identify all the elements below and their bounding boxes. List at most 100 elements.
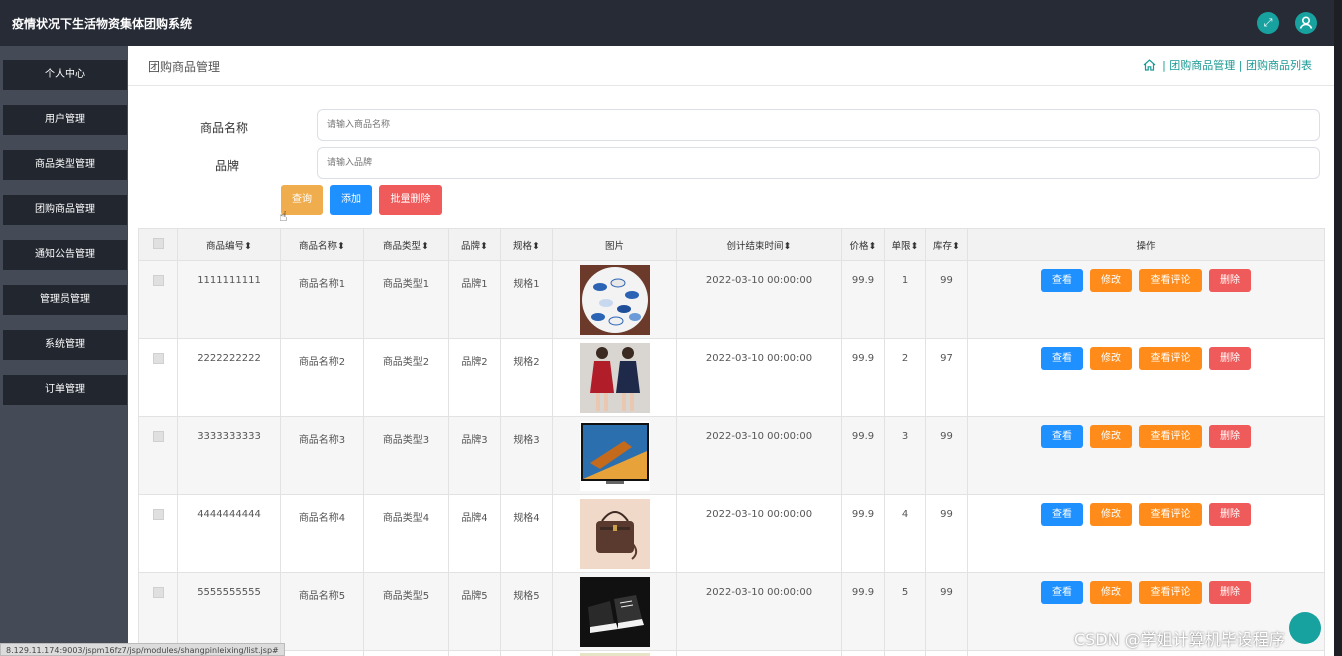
edit-button[interactable]: 修改 <box>1090 581 1132 604</box>
product-image-tv[interactable] <box>579 421 650 491</box>
sort-icon: ⬍ <box>337 240 345 252</box>
table-row: 2222222222 商品名称2 商品类型2 品牌2 规格2 2022-03-1… <box>138 338 1325 417</box>
sidebar-item-orders[interactable]: 订单管理 <box>3 375 127 405</box>
col-header-name[interactable]: 商品名称⬍ <box>280 228 364 261</box>
view-button[interactable]: 查看 <box>1041 503 1083 526</box>
cell-type: 商品类型5 <box>363 572 449 651</box>
delete-button[interactable]: 删除 <box>1209 503 1251 526</box>
product-image-candy[interactable] <box>579 265 650 335</box>
cell-type: 商品类型4 <box>363 494 449 573</box>
sidebar-item-profile[interactable]: 个人中心 <box>3 60 127 90</box>
view-button[interactable]: 查看 <box>1041 269 1083 292</box>
cell-price: 99.9 <box>841 260 885 339</box>
row-checkbox[interactable] <box>138 572 178 651</box>
product-image-dress[interactable] <box>579 343 650 413</box>
table-row-partial <box>138 650 1325 656</box>
cell-image <box>552 416 677 495</box>
view-comments-button[interactable]: 查看评论 <box>1139 425 1202 448</box>
product-image-bag[interactable] <box>579 499 650 569</box>
breadcrumb-sep: | <box>1238 59 1243 72</box>
view-button[interactable]: 查看 <box>1041 425 1083 448</box>
delete-button[interactable]: 删除 <box>1209 347 1251 370</box>
view-comments-button[interactable]: 查看评论 <box>1139 503 1202 526</box>
content-header: 团购商品管理 | 团购商品管理 | 团购商品列表 <box>128 46 1334 86</box>
sidebar-item-system[interactable]: 系统管理 <box>3 330 127 360</box>
col-header-spec[interactable]: 规格⬍ <box>500 228 553 261</box>
cell-id: 1111111111 <box>177 260 281 339</box>
home-icon[interactable] <box>1143 59 1156 71</box>
cell-id: 3333333333 <box>177 416 281 495</box>
col-header-end-time[interactable]: 创计结束时间⬍ <box>676 228 842 261</box>
sidebar: 个人中心 用户管理 商品类型管理 团购商品管理 通知公告管理 管理员管理 系统管… <box>0 46 128 656</box>
sidebar-item-product-types[interactable]: 商品类型管理 <box>3 150 127 180</box>
col-header-brand[interactable]: 品牌⬍ <box>448 228 501 261</box>
cell-end-time: 2022-03-10 00:00:00 <box>676 572 842 651</box>
view-comments-button[interactable]: 查看评论 <box>1139 269 1202 292</box>
cell-limit: 2 <box>884 338 926 417</box>
breadcrumb-item-management[interactable]: 团购商品管理 <box>1169 59 1235 72</box>
product-name-input[interactable] <box>317 109 1320 141</box>
sidebar-item-notices[interactable]: 通知公告管理 <box>3 240 127 270</box>
col-header-id[interactable]: 商品编号⬍ <box>177 228 281 261</box>
cell-type: 商品类型3 <box>363 416 449 495</box>
sort-icon: ⬍ <box>952 240 960 252</box>
add-button[interactable]: 添加 <box>330 185 372 215</box>
delete-button[interactable]: 删除 <box>1209 269 1251 292</box>
cell-spec: 规格4 <box>500 494 553 573</box>
breadcrumb: | 团购商品管理 | 团购商品列表 <box>1143 57 1312 73</box>
cell-brand: 品牌4 <box>448 494 501 573</box>
edit-button[interactable]: 修改 <box>1090 503 1132 526</box>
cell-stock: 99 <box>925 494 968 573</box>
delete-button[interactable]: 删除 <box>1209 425 1251 448</box>
cell-actions: 查看 修改 查看评论 删除 <box>967 494 1325 573</box>
edit-button[interactable]: 修改 <box>1090 347 1132 370</box>
select-all-checkbox[interactable] <box>138 228 178 261</box>
col-header-stock[interactable]: 库存⬍ <box>925 228 968 261</box>
view-button[interactable]: 查看 <box>1041 347 1083 370</box>
cell-price: 99.9 <box>841 416 885 495</box>
view-button[interactable]: 查看 <box>1041 581 1083 604</box>
product-image-shoes[interactable] <box>579 577 650 647</box>
cell-name: 商品名称4 <box>280 494 364 573</box>
sidebar-item-admins[interactable]: 管理员管理 <box>3 285 127 315</box>
table-row: 3333333333 商品名称3 商品类型3 品牌3 规格3 2022-03-1… <box>138 416 1325 495</box>
cell-name: 商品名称1 <box>280 260 364 339</box>
cell-image <box>552 572 677 651</box>
product-table: 商品编号⬍ 商品名称⬍ 商品类型⬍ 品牌⬍ 规格⬍ 图片 创计结束时间⬍ 价格⬍… <box>138 228 1325 656</box>
col-header-type[interactable]: 商品类型⬍ <box>363 228 449 261</box>
sidebar-item-users[interactable]: 用户管理 <box>3 105 127 135</box>
table-row: 4444444444 商品名称4 商品类型4 品牌4 规格4 2022-03-1… <box>138 494 1325 573</box>
batch-delete-button[interactable]: 批量删除 <box>379 185 442 215</box>
sidebar-item-group-products[interactable]: 团购商品管理 <box>3 195 127 225</box>
cell-name: 商品名称5 <box>280 572 364 651</box>
cell-stock: 97 <box>925 338 968 417</box>
top-bar: 疫情状况下生活物资集体团购系统 ⤢ <box>0 0 1342 46</box>
view-comments-button[interactable]: 查看评论 <box>1139 581 1202 604</box>
brand-input[interactable] <box>317 147 1320 179</box>
breadcrumb-item-list[interactable]: 团购商品列表 <box>1246 59 1312 72</box>
row-checkbox[interactable] <box>138 494 178 573</box>
row-checkbox[interactable] <box>138 260 178 339</box>
edit-button[interactable]: 修改 <box>1090 425 1132 448</box>
col-header-price[interactable]: 价格⬍ <box>841 228 885 261</box>
cell-spec: 规格3 <box>500 416 553 495</box>
delete-button[interactable]: 删除 <box>1209 581 1251 604</box>
fullscreen-icon[interactable]: ⤢ <box>1257 12 1279 34</box>
sort-icon: ⬍ <box>421 240 429 252</box>
cell-end-time: 2022-03-10 00:00:00 <box>676 494 842 573</box>
app-title: 疫情状况下生活物资集体团购系统 <box>12 17 193 31</box>
view-comments-button[interactable]: 查看评论 <box>1139 347 1202 370</box>
cell-actions: 查看 修改 查看评论 删除 <box>967 260 1325 339</box>
cell-stock: 99 <box>925 260 968 339</box>
cell-limit: 1 <box>884 260 926 339</box>
edit-button[interactable]: 修改 <box>1090 269 1132 292</box>
row-checkbox[interactable] <box>138 416 178 495</box>
window-edge <box>1334 0 1342 656</box>
floating-action-button[interactable] <box>1289 612 1321 644</box>
user-icon[interactable] <box>1295 12 1317 34</box>
watermark: CSDN @学姐计算机毕设程序 <box>1074 630 1285 649</box>
cell-stock: 99 <box>925 416 968 495</box>
row-checkbox[interactable] <box>138 338 178 417</box>
col-header-limit[interactable]: 单限⬍ <box>884 228 926 261</box>
col-header-image: 图片 <box>552 228 677 261</box>
